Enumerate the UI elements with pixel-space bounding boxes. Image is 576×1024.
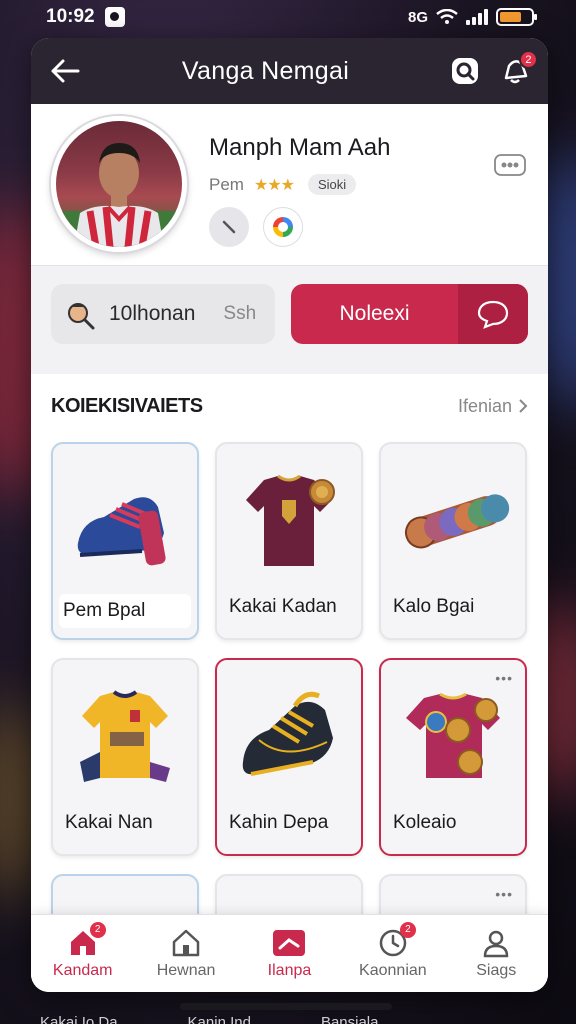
item-label: Kahin Depa <box>229 812 329 833</box>
nav-item-profile[interactable]: Siags <box>451 928 541 980</box>
nav-label: Hewnan <box>156 961 216 979</box>
signal-icon <box>466 9 488 25</box>
stats-row: 10lhonan Ssh Noleexi <box>31 266 548 366</box>
notifications-button[interactable]: 2 <box>498 50 538 88</box>
nav-label: Ilanpa <box>267 961 312 979</box>
nav-label: Siags <box>476 961 517 979</box>
avatar[interactable] <box>51 116 187 252</box>
chat-bubble-icon <box>477 300 509 329</box>
nav-label: Kaonnian <box>359 961 427 979</box>
item-label: Koleaio <box>393 812 457 833</box>
back-arrow-icon <box>51 59 80 83</box>
stat-value: Ssh <box>223 303 257 324</box>
nav-label: Kandam <box>52 961 113 979</box>
item-more-icon[interactable]: ••• <box>495 886 513 902</box>
search-icon <box>451 58 478 84</box>
network-label: 8G <box>407 8 428 26</box>
jersey-yellow-icon <box>80 690 170 782</box>
status-badge: Sioki <box>308 174 357 195</box>
status-time: 10:92 <box>46 6 95 27</box>
stat-label: 10lhonan <box>109 302 196 325</box>
more-options-button[interactable] <box>494 154 526 181</box>
social-link-button[interactable] <box>263 207 303 247</box>
ticket-icon <box>273 929 306 956</box>
view-all-link[interactable]: Ifenian <box>458 396 528 417</box>
bottom-navigation: 2 Kandam Hewnan Ilanpa 2 Kaonnian Siags <box>31 914 548 992</box>
section-title: KOIEKISIVAIETS <box>51 394 203 417</box>
collection-item[interactable]: Kahin Depa <box>215 658 363 856</box>
peek-label: Bansiala <box>320 1014 379 1024</box>
primary-action-button[interactable]: Noleexi <box>291 284 528 344</box>
nav-item-explore[interactable]: Hewnan <box>141 928 231 980</box>
back-button[interactable] <box>47 53 83 89</box>
app-window: Vanga Nemgai 2 Manph Mam Aah Pem ★★★ Sio… <box>31 38 548 992</box>
chevron-right-icon <box>519 399 528 413</box>
user-icon <box>483 930 509 957</box>
item-label: Pem Bpal <box>59 594 191 628</box>
call-button[interactable] <box>209 207 249 247</box>
follower-stat[interactable]: 10lhonan Ssh <box>51 284 275 344</box>
search-button[interactable] <box>448 54 482 88</box>
collection-grid: Pem Bpal Kakai Kadan Kalo Bgai Kakai Nan… <box>51 442 528 992</box>
nav-item-home[interactable]: 2 Kandam <box>38 921 128 980</box>
chat-button[interactable] <box>458 284 528 344</box>
peek-label: Kakai Io Da <box>40 1014 118 1024</box>
boot-blue-icon <box>77 497 166 566</box>
battery-icon <box>496 8 537 26</box>
view-all-label: Ifenian <box>457 395 512 416</box>
peek-labels: Kakai Io Da Kanin Ind Bansiala <box>40 1014 540 1024</box>
boot-black-icon <box>242 691 333 776</box>
page-title: Vanga Nemgai <box>181 56 350 85</box>
notification-badge: 2 <box>518 50 538 69</box>
collection-item[interactable]: Kalo Bgai <box>379 442 527 640</box>
nav-badge: 2 <box>89 921 106 938</box>
rating-stars: ★★★ <box>253 176 295 194</box>
profile-name: Manph Mam Aah <box>209 134 391 161</box>
item-label: Kakai Nan <box>65 812 153 833</box>
collection-item[interactable]: ••• Koleaio <box>379 658 527 856</box>
collection-item[interactable]: Kakai Kadan <box>215 442 363 640</box>
nav-badge: 2 <box>399 921 416 938</box>
jersey-pink-icon <box>406 692 500 778</box>
collection-section: KOIEKISIVAIETS Ifenian Pem Bpal Kakai Ka… <box>31 374 548 992</box>
nav-item-play[interactable]: Ilanpa <box>244 928 334 980</box>
top-bar: Vanga Nemgai 2 <box>31 38 548 104</box>
rank-label: Pem <box>209 174 244 194</box>
more-icon <box>494 154 526 176</box>
whistle-icon <box>68 303 95 330</box>
nav-item-activity[interactable]: 2 Kaonnian <box>348 921 438 980</box>
app-notification-icon <box>104 7 125 27</box>
item-label: Kakai Kadan <box>229 596 337 617</box>
jersey-maroon-icon <box>246 474 335 566</box>
profile-card: Manph Mam Aah Pem ★★★ Sioki <box>31 104 548 266</box>
peek-label: Kanin Ind <box>187 1014 251 1024</box>
home-indicator[interactable] <box>180 1003 392 1010</box>
collection-item[interactable]: Pem Bpal <box>51 442 199 640</box>
item-label: Kalo Bgai <box>393 596 475 617</box>
phone-icon <box>222 220 236 234</box>
status-bar: 10:92 8G <box>0 0 576 34</box>
house-outline-icon <box>172 929 200 956</box>
medals-stack-icon <box>404 494 510 549</box>
player-portrait-icon <box>56 143 182 247</box>
wifi-icon <box>436 9 458 24</box>
collection-item[interactable]: Kakai Nan <box>51 658 199 856</box>
google-icon <box>273 217 293 237</box>
primary-action-label: Noleexi <box>339 302 410 325</box>
